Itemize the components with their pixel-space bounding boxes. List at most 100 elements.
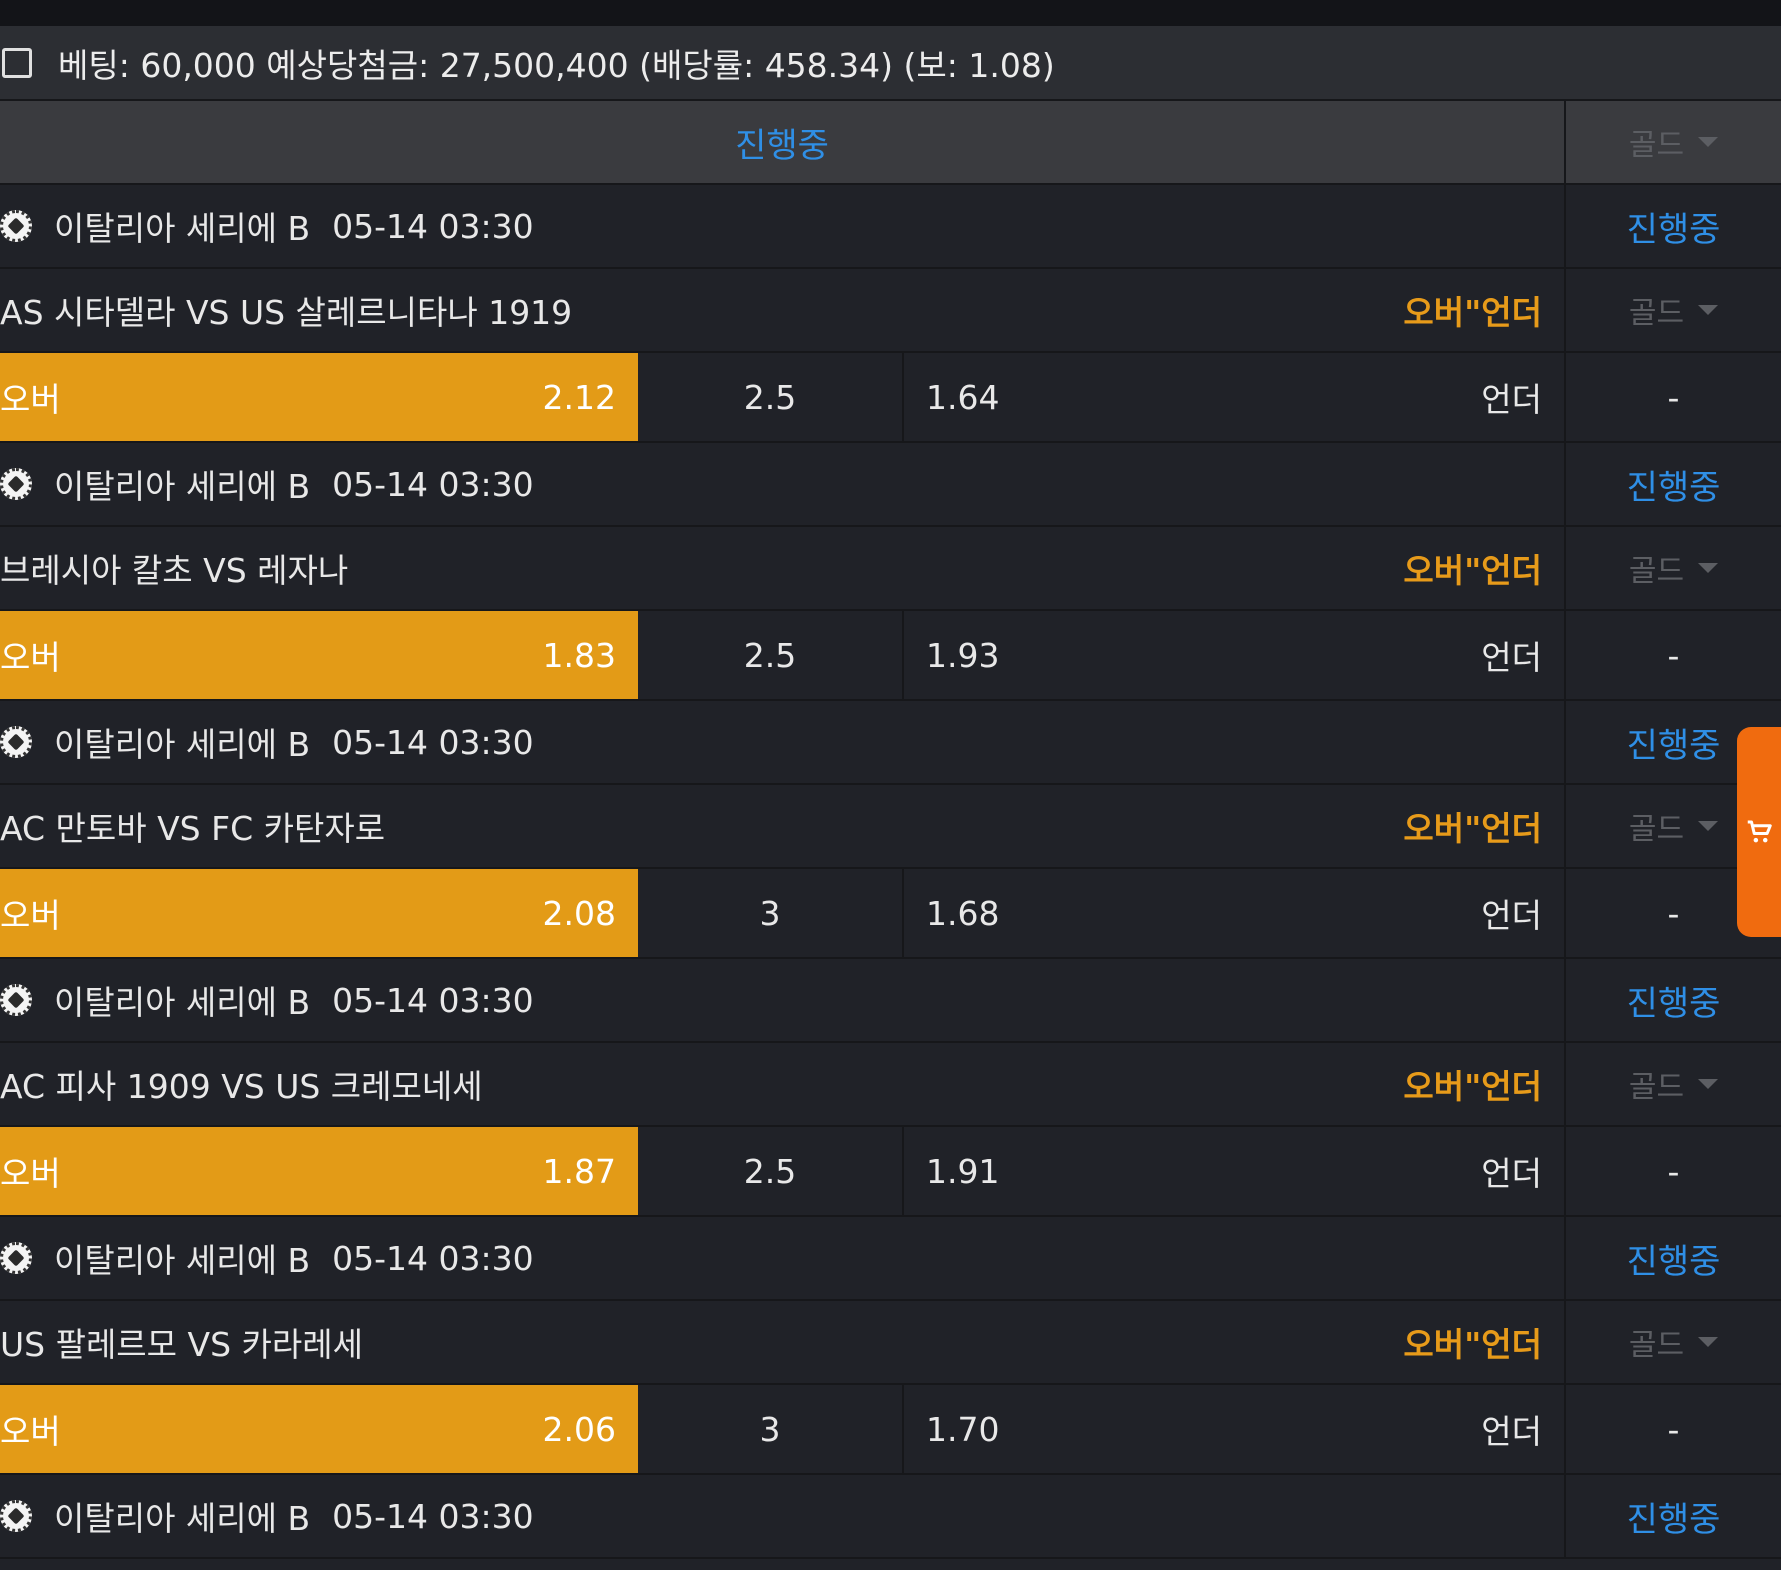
match-time: 05-14 03:30 xyxy=(332,1238,534,1278)
bet-summary: 베팅: 60,000 예상당첨금: 27,500,400 (배당률: 458.3… xyxy=(0,26,1781,101)
odds-row: 오버 1.87 2.5 1.91 언더 - xyxy=(0,1127,1781,1217)
over-label: 오버 xyxy=(0,638,61,677)
handicap-line: 3 xyxy=(638,869,904,957)
status-badge: 진행중 xyxy=(1626,725,1721,766)
select-all-checkbox[interactable] xyxy=(2,47,32,78)
grade-dropdown[interactable]: 골드 xyxy=(1628,804,1719,848)
under-odds: 1.70 xyxy=(926,1409,1000,1449)
under-label: 언더 xyxy=(1481,896,1542,935)
league-name: 이탈리아 세리에 B xyxy=(54,467,311,506)
soccer-ball-icon xyxy=(0,984,32,1016)
chevron-down-icon xyxy=(1698,821,1719,831)
match-time: 05-14 03:30 xyxy=(332,206,534,246)
league-row: 이탈리아 세리에 B 05-14 03:30 진행중 xyxy=(0,1217,1781,1301)
over-odds-button[interactable]: 오버 2.08 xyxy=(0,869,638,957)
under-odds-button[interactable]: 1.68 언더 xyxy=(904,869,1564,957)
over-odds: 2.06 xyxy=(542,1409,616,1449)
extra-value: - xyxy=(1667,1409,1680,1449)
grade-dropdown[interactable]: 골드 xyxy=(1628,1062,1719,1106)
grade-dropdown[interactable]: 골드 xyxy=(1628,1320,1719,1364)
page: 베팅: 60,000 예상당첨금: 27,500,400 (배당률: 458.3… xyxy=(0,0,1781,1570)
chevron-down-icon xyxy=(1698,1337,1719,1347)
status-badge: 진행중 xyxy=(1626,209,1721,250)
under-label: 언더 xyxy=(1481,1154,1542,1193)
line-value: 2.5 xyxy=(743,377,797,417)
under-odds-button[interactable]: 1.64 언더 xyxy=(904,353,1564,441)
under-odds-button[interactable]: 1.91 언더 xyxy=(904,1127,1564,1215)
line-value: 2.5 xyxy=(743,635,797,675)
dropdown-label: 골드 xyxy=(1628,1070,1685,1105)
bet-summary-text: 베팅: 60,000 예상당첨금: 27,500,400 (배당률: 458.3… xyxy=(58,45,1055,85)
status-badge: 진행중 xyxy=(1626,983,1721,1024)
handicap-line: 2.5 xyxy=(638,611,904,699)
match-teams: 브레시아 칼초 VS 레자나 xyxy=(0,551,349,590)
soccer-ball-icon xyxy=(0,468,32,500)
league-row: 이탈리아 세리에 B 05-14 03:30 진행중 xyxy=(0,443,1781,527)
over-odds-button[interactable]: 오버 1.83 xyxy=(0,611,638,699)
over-label: 오버 xyxy=(0,896,61,935)
league-name: 이탈리아 세리에 B xyxy=(54,725,311,764)
dropdown-label: 골드 xyxy=(1628,128,1685,163)
match-time: 05-14 03:30 xyxy=(332,464,534,504)
league-name: 이탈리아 세리에 B xyxy=(54,209,311,248)
dropdown-label: 골드 xyxy=(1628,1328,1685,1363)
market-label: 오버"언더 xyxy=(1403,551,1542,590)
match-row: AC 피사 1909 VS US 크레모네세 오버"언더 골드 xyxy=(0,1043,1781,1127)
match-row: AS 시타델라 VS US 살레르니타나 1919 오버"언더 골드 xyxy=(0,269,1781,353)
dropdown-label: 골드 xyxy=(1628,554,1685,589)
match-teams: AC 피사 1909 VS US 크레모네세 xyxy=(0,1067,483,1106)
cart-button[interactable] xyxy=(1737,727,1781,937)
line-value: 3 xyxy=(759,893,781,933)
header-grade-dropdown[interactable]: 골드 xyxy=(1628,120,1719,164)
market-label: 오버"언더 xyxy=(1403,293,1542,332)
grade-dropdown[interactable]: 골드 xyxy=(1629,288,1719,332)
top-bar xyxy=(0,0,1781,26)
match-row: 브레시아 칼초 VS 레자나 오버"언더 골드 xyxy=(0,527,1781,611)
under-odds: 1.93 xyxy=(926,635,1000,675)
over-odds-button[interactable]: 오버 1.87 xyxy=(0,1127,638,1215)
under-odds: 1.91 xyxy=(926,1151,1000,1191)
match-time: 05-14 03:30 xyxy=(332,722,534,762)
match-teams: AC 만토바 VS FC 카탄자로 xyxy=(0,809,386,848)
over-odds: 2.08 xyxy=(542,893,616,933)
market-label: 오버"언더 xyxy=(1403,809,1542,848)
market-label: 오버"언더 xyxy=(1403,1067,1542,1106)
grade-dropdown[interactable]: 골드 xyxy=(1628,546,1719,590)
market-label: 오버"언더 xyxy=(1403,1325,1542,1364)
over-odds: 1.87 xyxy=(542,1151,616,1191)
match-teams: US 팔레르모 VS 카라레세 xyxy=(0,1325,363,1364)
match-time: 05-14 03:30 xyxy=(332,980,534,1020)
soccer-ball-icon xyxy=(0,726,32,758)
dropdown-label: 골드 xyxy=(1628,812,1685,847)
under-label: 언더 xyxy=(1481,638,1542,677)
status-badge: 진행중 xyxy=(1626,467,1721,508)
handicap-line: 2.5 xyxy=(638,353,904,441)
under-label: 언더 xyxy=(1481,380,1542,419)
league-row: 이탈리아 세리에 B 05-14 03:30 진행중 xyxy=(0,1475,1781,1559)
over-odds-button[interactable]: 오버 2.12 xyxy=(0,353,638,441)
status-header-label: 진행중 xyxy=(0,101,1566,183)
status-header: 진행중 골드 xyxy=(0,101,1781,185)
line-value: 2.5 xyxy=(743,1151,797,1191)
extra-value: - xyxy=(1667,1151,1680,1191)
under-odds-button[interactable]: 1.93 언더 xyxy=(904,611,1564,699)
chevron-down-icon xyxy=(1698,563,1719,573)
extra-value: - xyxy=(1667,893,1680,933)
game-list: 이탈리아 세리에 B 05-14 03:30 진행중 AS 시타델라 VS US… xyxy=(0,185,1781,1475)
under-label: 언더 xyxy=(1481,1412,1542,1451)
over-odds-button[interactable]: 오버 2.06 xyxy=(0,1385,638,1473)
handicap-line: 3 xyxy=(638,1385,904,1473)
over-label: 오버 xyxy=(0,1412,61,1451)
status-badge: 진행중 xyxy=(1626,1499,1721,1540)
odds-row: 오버 1.83 2.5 1.93 언더 - xyxy=(0,611,1781,701)
chevron-down-icon xyxy=(1698,137,1719,147)
under-odds-button[interactable]: 1.70 언더 xyxy=(904,1385,1564,1473)
match-row: AC 만토바 VS FC 카탄자로 오버"언더 골드 xyxy=(0,785,1781,869)
under-odds: 1.64 xyxy=(926,377,1000,417)
under-odds: 1.68 xyxy=(926,893,1000,933)
league-name: 이탈리아 세리에 B xyxy=(54,1499,311,1538)
league-name: 이탈리아 세리에 B xyxy=(54,983,311,1022)
over-label: 오버 xyxy=(0,1154,61,1193)
league-row: 이탈리아 세리에 B 05-14 03:30 진행중 xyxy=(0,959,1781,1043)
extra-value: - xyxy=(1667,377,1680,417)
